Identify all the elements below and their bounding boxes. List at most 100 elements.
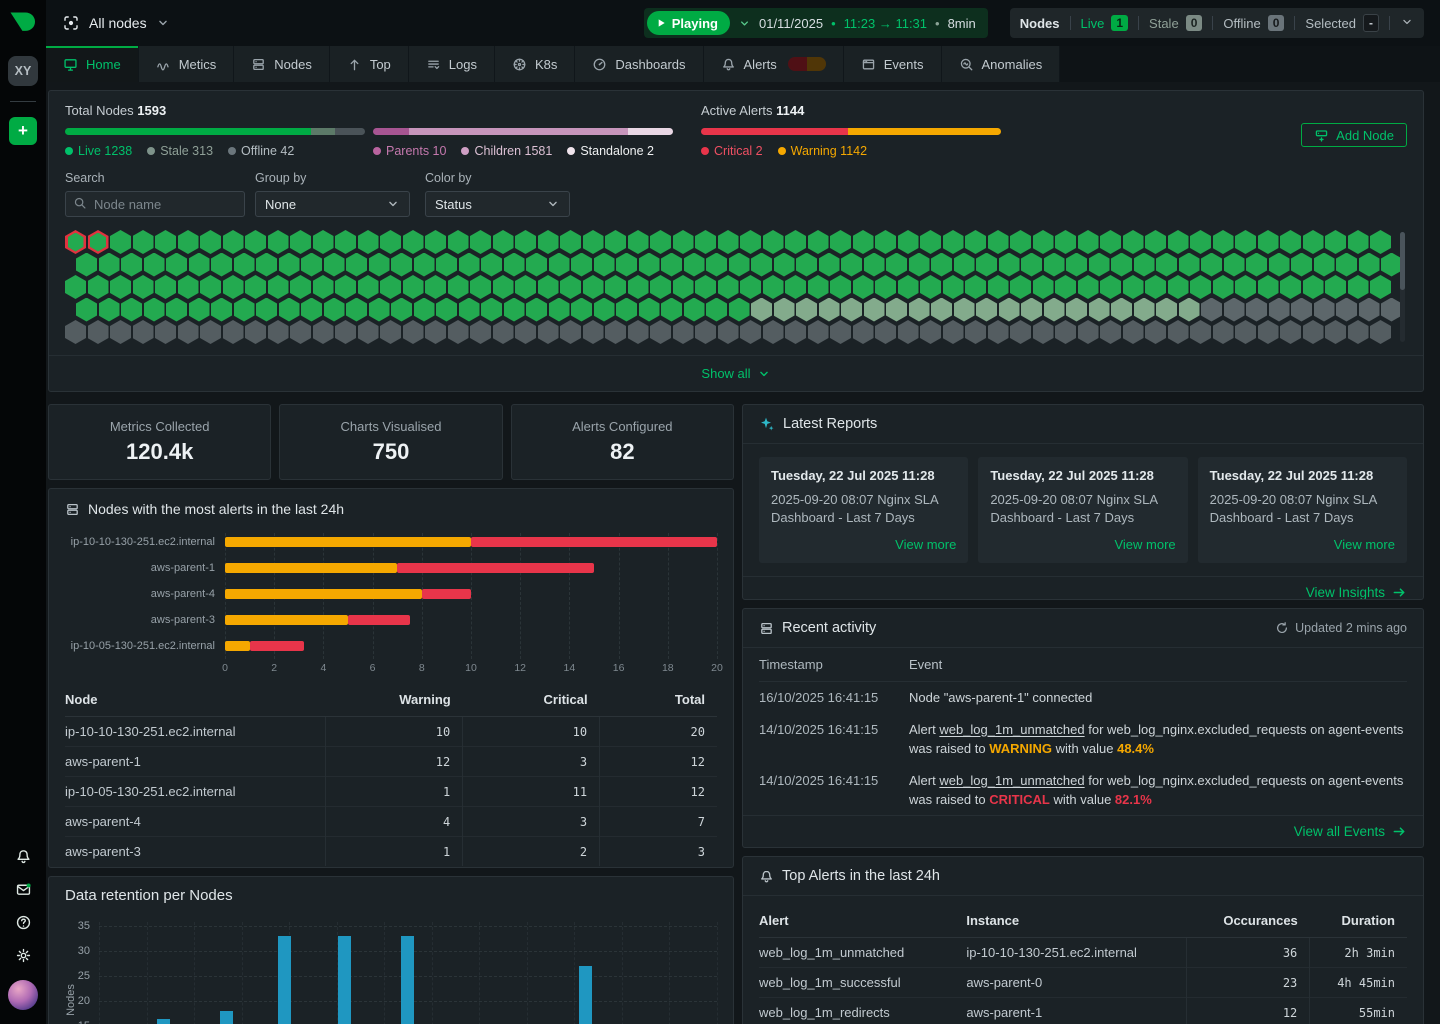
node-hex-live[interactable] [538,275,559,299]
node-hex-live[interactable] [346,298,367,322]
node-hex-stale[interactable] [931,298,952,322]
node-hex-live[interactable] [346,253,367,277]
node-hex-live[interactable] [1078,275,1099,299]
node-hex-live[interactable] [459,298,480,322]
node-hex-live[interactable] [763,230,784,254]
column-header-instance[interactable]: Instance [966,904,1186,938]
node-hex-live[interactable] [830,275,851,299]
search-input[interactable] [65,191,245,217]
node-hex-live[interactable] [571,253,592,277]
node-hex-live[interactable] [616,253,637,277]
node-hex-live[interactable] [481,253,502,277]
node-hex-live[interactable] [976,253,997,277]
node-hex-offline_dim[interactable] [875,320,896,344]
node-hex-live[interactable] [166,298,187,322]
node-hex-offline_dim[interactable] [650,320,671,344]
node-hex-live[interactable] [1303,230,1324,254]
node-hex-offline_dim[interactable] [313,320,334,344]
node-hex-live[interactable] [616,298,637,322]
tab-k8s[interactable]: K8s [495,46,575,82]
nodes-filter-offline[interactable]: Offline0 [1223,15,1284,31]
node-hex-live[interactable] [1123,230,1144,254]
tab-top[interactable]: Top [330,46,409,82]
node-hex-live[interactable] [1370,275,1391,299]
retention-bar[interactable] [220,1011,233,1024]
node-hex-live[interactable] [853,275,874,299]
node-hex-live[interactable] [650,275,671,299]
node-hex-live[interactable] [864,253,885,277]
node-hex-live[interactable] [459,253,480,277]
node-hex-offline[interactable] [1269,298,1290,322]
node-hex-live[interactable] [965,275,986,299]
node-scope-selector[interactable]: All nodes [62,14,170,32]
show-all-toggle[interactable]: Show all [49,355,1423,391]
node-hex-live[interactable] [425,230,446,254]
node-hex-live[interactable] [549,253,570,277]
node-hex-live[interactable] [313,275,334,299]
node-hex-live[interactable] [1213,230,1234,254]
node-hex-live[interactable] [774,253,795,277]
play-button[interactable]: Playing [647,11,730,35]
node-hex-offline_dim[interactable] [493,320,514,344]
node-hex-offline_dim[interactable] [1100,320,1121,344]
node-hex-stale[interactable] [1156,298,1177,322]
tab-metics[interactable]: Metics [139,46,235,82]
node-hex-offline_dim[interactable] [88,320,109,344]
node-hex-live[interactable] [403,275,424,299]
node-hex-live[interactable] [954,253,975,277]
node-hex-live[interactable] [718,230,739,254]
node-hex-live[interactable] [808,230,829,254]
node-hex-live[interactable] [1190,275,1211,299]
table-row[interactable]: web_log_1m_redirectsaws-parent-11255min [759,998,1407,1024]
node-hex-live[interactable] [144,253,165,277]
node-hex-stale[interactable] [1044,298,1065,322]
node-hex-live[interactable] [369,253,390,277]
view-more-link[interactable]: View more [771,537,956,552]
node-hex-offline_dim[interactable] [1258,320,1279,344]
node-hex-offline_dim[interactable] [673,320,694,344]
node-hex-live[interactable] [358,275,379,299]
node-hex-stale[interactable] [976,298,997,322]
node-hex-offline_dim[interactable] [403,320,424,344]
report-card[interactable]: Tuesday, 22 Jul 2025 11:282025-09-20 08:… [1198,457,1407,563]
node-hex-offline_dim[interactable] [1078,320,1099,344]
settings-gear-icon[interactable] [15,947,32,964]
node-hex-offline_dim[interactable] [268,320,289,344]
node-hex-stale[interactable] [796,298,817,322]
node-hex-offline[interactable] [1359,298,1380,322]
node-hex-live[interactable] [1381,253,1402,277]
node-hex-live[interactable] [380,275,401,299]
node-hex-critical[interactable] [88,230,109,254]
node-hex-live[interactable] [729,298,750,322]
node-hex-live[interactable] [200,230,221,254]
node-hex-offline_dim[interactable] [245,320,266,344]
node-hex-live[interactable] [391,253,412,277]
node-hex-live[interactable] [279,298,300,322]
node-hex-offline[interactable] [1224,298,1245,322]
add-space-button[interactable]: + [9,117,37,145]
tab-alerts[interactable]: Alerts [704,46,844,82]
node-hex-live[interactable] [436,253,457,277]
node-hex-live[interactable] [65,275,86,299]
node-hex-offline_dim[interactable] [178,320,199,344]
node-hex-live[interactable] [110,230,131,254]
node-hex-live[interactable] [1168,230,1189,254]
node-hex-live[interactable] [200,275,221,299]
node-hex-live[interactable] [1145,230,1166,254]
node-hex-live[interactable] [121,298,142,322]
table-row[interactable]: web_log_1m_unmatchedip-10-10-130-251.ec2… [759,938,1407,968]
node-hex-offline[interactable] [1291,298,1312,322]
view-insights-link[interactable]: View Insights [743,576,1423,600]
netdata-logo[interactable] [7,7,39,39]
node-hex-live[interactable] [594,253,615,277]
node-hex-live[interactable] [1100,275,1121,299]
node-hex-offline_dim[interactable] [965,320,986,344]
node-hex-live[interactable] [245,230,266,254]
node-hex-live[interactable] [313,230,334,254]
node-hex-live[interactable] [1156,253,1177,277]
node-hex-live[interactable] [695,230,716,254]
node-hex-offline[interactable] [1336,298,1357,322]
node-hex-live[interactable] [369,298,390,322]
table-row[interactable]: ip-10-05-130-251.ec2.internal11112 [65,777,717,807]
node-hex-live[interactable] [605,275,626,299]
